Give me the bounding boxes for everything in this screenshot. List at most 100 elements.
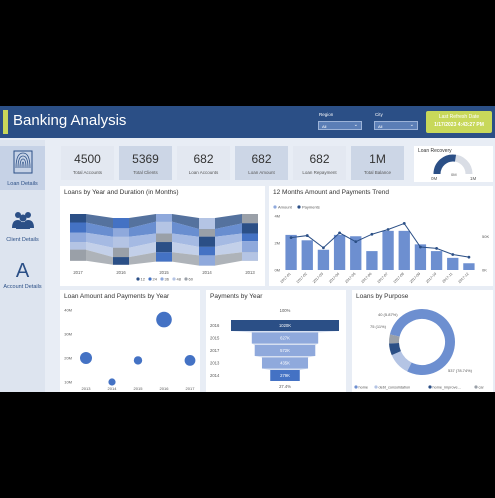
donut-data-label: 537 (78.74%) [448, 368, 473, 373]
legend-marker [172, 277, 176, 281]
amount-bar [398, 230, 410, 270]
funnel-category-label: 2015 [210, 336, 220, 341]
kpi-card: 682 Loan Repayment [293, 146, 346, 180]
payments-point [435, 247, 438, 250]
kpi-value: 682 [251, 152, 272, 166]
legend-label: 36 [165, 277, 170, 282]
fingerprint-icon [13, 150, 32, 174]
donut-data-label: 75 (11%) [370, 324, 387, 329]
funnel-category-label: 2016 [210, 323, 220, 328]
ribbon-chart-card: Loans by Year and Duration (in Months) 2… [60, 186, 265, 286]
legend-label: 60 [189, 277, 194, 282]
funnel-connector [231, 331, 339, 333]
y-tick-label: 4M [274, 214, 280, 219]
ribbon-segment [113, 228, 129, 237]
payments-point [289, 236, 293, 239]
payments-point [451, 253, 455, 256]
ribbon-segment [199, 218, 215, 230]
x-tick-label: 2017-06 [360, 272, 372, 284]
kpi-card: 4500 Total Accounts [61, 146, 114, 180]
legend-marker [474, 385, 478, 389]
ribbon-segment [113, 247, 129, 258]
y-tick-label: 10M [64, 380, 72, 385]
kpi-label: Total Clients [133, 170, 158, 175]
region-label: Region [319, 112, 334, 117]
sidebar-item-loan-details[interactable]: Loan Details [0, 146, 45, 190]
x-tick-label: 2017-05 [344, 272, 356, 284]
trend-chart-card: 12 Months Amount and Payments Trend Amou… [269, 186, 493, 286]
amount-bar [317, 249, 330, 270]
ribbon-segment [199, 255, 215, 266]
legend-marker [374, 385, 378, 389]
ribbon-segment [242, 252, 258, 261]
legend-label: home_improve... [433, 386, 461, 390]
legend-label: Payments [302, 205, 320, 210]
donut-slice [391, 350, 412, 372]
legend-label: debt_consolidation [379, 386, 411, 390]
gauge-min: 0M [431, 176, 438, 181]
refresh-value: 1/17/2023 4:43:27 PM [434, 122, 484, 128]
ribbon-segment [70, 249, 86, 261]
amount-bar [447, 257, 459, 270]
payments-point [370, 232, 374, 236]
x-tick-label: 2017-12 [457, 272, 469, 284]
ribbon-segment [113, 236, 129, 248]
payments-point [338, 231, 341, 235]
city-label: City [375, 112, 383, 117]
city-dropdown[interactable]: All ⌄ [374, 121, 418, 130]
legend-label: car [479, 386, 485, 390]
kpi-card: 5369 Total Clients [119, 146, 172, 180]
ribbon-chart: 2017 2016 2015 2014 2013 12 24 36 48 60 [70, 214, 258, 282]
ribbon-segment [199, 236, 215, 247]
dashboard: Banking Analysis Region All ⌄ City All ⌄… [0, 106, 495, 392]
ribbon-segment [242, 223, 258, 234]
ribbon-segment [199, 229, 215, 237]
x-tick-label: 2013 [82, 386, 92, 391]
payments-point [354, 240, 358, 244]
x-tick-label: 2017-08 [393, 272, 405, 284]
amount-bar [463, 263, 475, 270]
ribbon-segment [156, 214, 172, 222]
ribbon-segment [156, 242, 172, 253]
amount-bar [430, 251, 443, 270]
ribbon-segment [156, 233, 172, 243]
kpi-label: Loan Amount [248, 170, 275, 175]
ribbon-segment [242, 241, 258, 253]
x-tick-label: 2014 [202, 270, 212, 275]
x-tick-label: 2017-03 [312, 272, 324, 284]
region-dropdown[interactable]: All ⌄ [318, 121, 362, 130]
payments-point [402, 222, 406, 225]
x-tick-label: 2017-10 [425, 272, 437, 284]
funnel-value-label: 572K [280, 348, 290, 353]
x-tick-label: 2013 [245, 270, 255, 275]
legend-marker [160, 277, 164, 281]
y-tick-label: 20M [64, 356, 72, 361]
x-tick-label: 2014 [108, 386, 118, 391]
x-tick-label: 2017-02 [296, 272, 308, 284]
funnel-connector [254, 356, 316, 358]
last-refresh-box: Last Refresh Date 1/17/2023 4:43:27 PM [426, 111, 492, 133]
x-tick-label: 2017 [186, 386, 196, 391]
amount-bar [382, 230, 394, 270]
sidebar-item-client-details[interactable]: Client Details [0, 210, 45, 248]
x-tick-label: 2015 [159, 270, 169, 275]
ribbon-segment [70, 214, 86, 223]
payments-point [305, 234, 309, 237]
ribbon-segment [242, 214, 258, 224]
kpi-label: Loan Repayment [302, 170, 337, 175]
donut-slice [389, 334, 400, 344]
sidebar-item-label: Account Details [3, 284, 42, 290]
legend-label: 12 [141, 277, 146, 282]
bubble-point [156, 311, 172, 328]
x-tick-label: 2016 [116, 270, 126, 275]
sidebar-item-account-details[interactable]: A Account Details [0, 260, 45, 302]
legend-label: 24 [153, 277, 158, 282]
city-slicer: City All ⌄ [372, 111, 420, 133]
funnel-chart: 100% 2016 1020K 2015 627K 2017 572K 2013 435K 201… [210, 308, 339, 389]
bubble-chart: 40M 30M 20M 10M 2013 2014 2015 2016 2017 [64, 308, 196, 391]
payments-point [386, 228, 390, 231]
bubble-point [80, 352, 92, 364]
legend-marker [273, 205, 277, 209]
donut-chart-card: Loans by Purpose 40 (5.87%) 75 (11%) 537 (… [352, 290, 493, 392]
loan-recovery-gauge: 0M 1M 0M [431, 154, 477, 181]
